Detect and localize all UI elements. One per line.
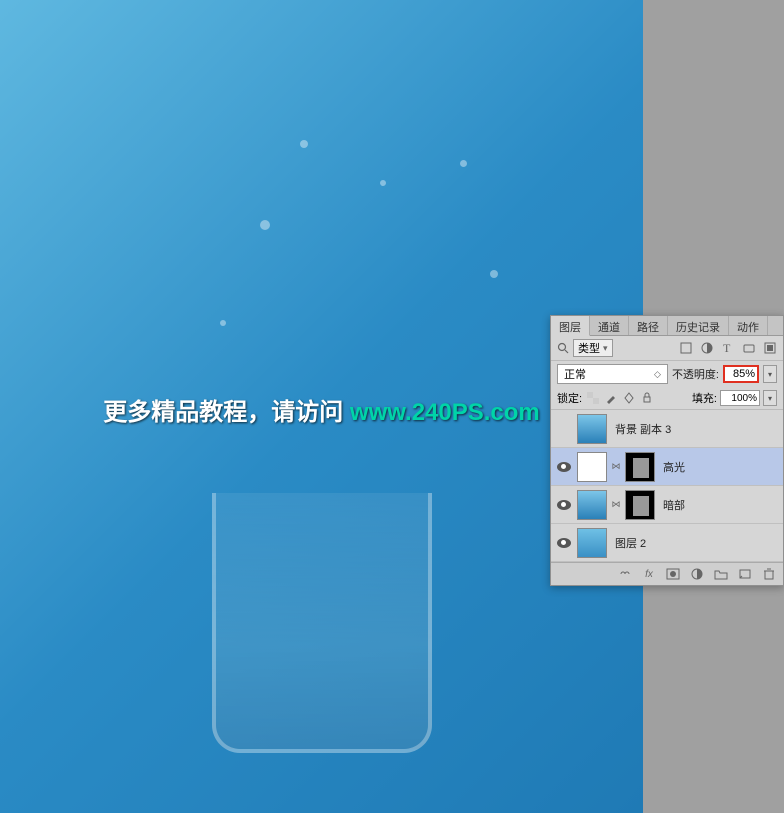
layer-name[interactable]: 图层 2 xyxy=(615,535,646,551)
mask-link-icon[interactable]: ⋈ xyxy=(611,499,621,510)
opacity-dropdown[interactable]: ▾ xyxy=(763,365,777,383)
layer-row[interactable]: 图层 2 xyxy=(551,524,783,562)
glass-artwork xyxy=(212,493,432,753)
chevron-down-icon: ◇ xyxy=(654,369,661,380)
tab-actions[interactable]: 动作 xyxy=(729,316,768,335)
visibility-toggle[interactable] xyxy=(555,534,573,552)
svg-text:T: T xyxy=(723,342,731,354)
layer-thumbnail[interactable] xyxy=(577,414,607,444)
fx-icon[interactable]: fx xyxy=(641,567,657,581)
layer-row[interactable]: ⋈ 暗部 xyxy=(551,486,783,524)
tab-history[interactable]: 历史记录 xyxy=(668,316,729,335)
layer-row[interactable]: 背景 副本 3 xyxy=(551,410,783,448)
filter-type-icon[interactable]: T xyxy=(721,341,735,355)
fill-input[interactable] xyxy=(720,390,760,406)
tab-channels[interactable]: 通道 xyxy=(590,316,629,335)
visibility-toggle[interactable] xyxy=(555,458,573,476)
layer-thumbnail[interactable] xyxy=(577,452,607,482)
eye-icon xyxy=(557,538,571,548)
blend-mode-value: 正常 xyxy=(564,366,586,382)
visibility-toggle[interactable] xyxy=(555,420,573,438)
lock-all-icon[interactable] xyxy=(641,392,653,404)
layer-thumbnail[interactable] xyxy=(577,490,607,520)
lock-brush-icon[interactable] xyxy=(605,392,617,404)
blend-row: 正常 ◇ 不透明度: ▾ xyxy=(551,361,783,387)
filter-pixel-icon[interactable] xyxy=(679,341,693,355)
lock-row: 锁定: 填充: ▾ xyxy=(551,387,783,410)
tab-paths[interactable]: 路径 xyxy=(629,316,668,335)
eye-icon xyxy=(557,500,571,510)
blend-mode-select[interactable]: 正常 ◇ xyxy=(557,364,668,384)
tab-layers[interactable]: 图层 xyxy=(551,316,590,336)
filter-type-select[interactable]: 类型 ▾ xyxy=(573,339,613,357)
lock-transparent-icon[interactable] xyxy=(587,392,599,404)
filter-icons: T xyxy=(679,341,777,355)
watermark: 更多精品教程，请访问 www.240PS.com xyxy=(103,392,540,427)
link-layers-icon[interactable] xyxy=(617,567,633,581)
layer-row[interactable]: ⋈ 高光 xyxy=(551,448,783,486)
fill-label: 填充: xyxy=(692,390,717,406)
layer-name[interactable]: 背景 副本 3 xyxy=(615,421,671,437)
panel-tabs: 图层 通道 路径 历史记录 动作 xyxy=(551,316,783,336)
layer-mask-thumbnail[interactable] xyxy=(625,490,655,520)
adjustment-icon[interactable] xyxy=(689,567,705,581)
layer-mask-thumbnail[interactable] xyxy=(625,452,655,482)
layer-list: 背景 副本 3 ⋈ 高光 ⋈ 暗部 图层 2 xyxy=(551,410,783,562)
watermark-text: 更多精品教程，请访问 xyxy=(103,399,350,426)
filter-search-icon[interactable] xyxy=(557,342,569,354)
filter-shape-icon[interactable] xyxy=(742,341,756,355)
layer-name[interactable]: 暗部 xyxy=(663,497,685,513)
mask-icon[interactable] xyxy=(665,567,681,581)
filter-type-label: 类型 xyxy=(578,340,600,356)
group-icon[interactable] xyxy=(713,567,729,581)
lock-position-icon[interactable] xyxy=(623,392,635,404)
layers-panel: 图层 通道 路径 历史记录 动作 类型 ▾ T 正常 ◇ 不透明度: ▾ 锁定: xyxy=(550,315,784,586)
layer-name[interactable]: 高光 xyxy=(663,459,685,475)
visibility-toggle[interactable] xyxy=(555,496,573,514)
fill-dropdown[interactable]: ▾ xyxy=(763,390,777,406)
watermark-url: www.240PS.com xyxy=(350,399,540,426)
panel-footer: fx xyxy=(551,562,783,585)
chevron-down-icon: ▾ xyxy=(603,343,608,354)
mask-link-icon[interactable]: ⋈ xyxy=(611,461,621,472)
opacity-input[interactable] xyxy=(723,365,759,383)
layer-thumbnail[interactable] xyxy=(577,528,607,558)
document-canvas[interactable]: 更多精品教程，请访问 www.240PS.com xyxy=(0,0,643,813)
filter-row: 类型 ▾ T xyxy=(551,336,783,361)
filter-adjustment-icon[interactable] xyxy=(700,341,714,355)
lock-label: 锁定: xyxy=(557,390,582,406)
opacity-label: 不透明度: xyxy=(672,366,719,382)
new-layer-icon[interactable] xyxy=(737,567,753,581)
trash-icon[interactable] xyxy=(761,567,777,581)
filter-smart-icon[interactable] xyxy=(763,341,777,355)
eye-icon xyxy=(557,462,571,472)
